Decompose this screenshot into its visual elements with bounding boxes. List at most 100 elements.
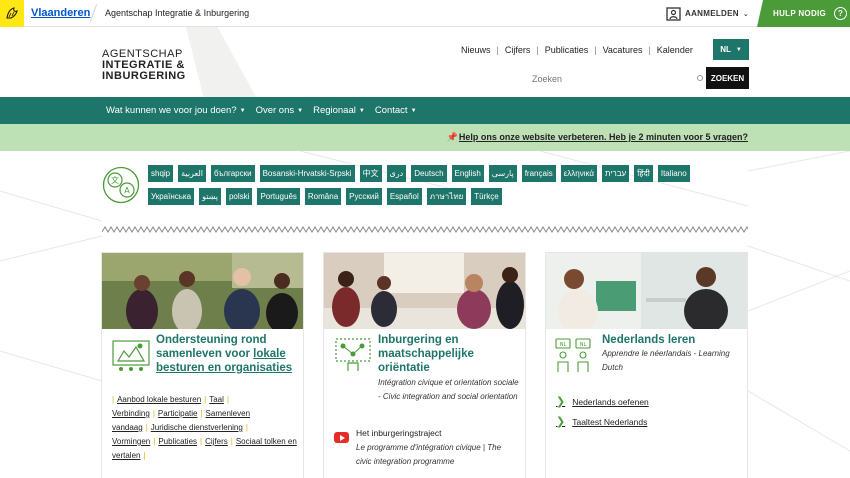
language-link[interactable]: polski: [225, 188, 253, 205]
link-vormingen[interactable]: Vormingen: [112, 437, 150, 446]
language-link[interactable]: Português: [257, 188, 300, 205]
language-link[interactable]: Italiano: [657, 165, 690, 182]
caret-down-icon: ▼: [358, 108, 365, 114]
language-link[interactable]: Deutsch: [411, 165, 447, 182]
card-link-list: | Aanbod lokale besturen | Taal | Verbinding…: [112, 393, 297, 463]
survey-text: Help ons onze website verbeteren. Heb je…: [458, 132, 748, 142]
pushpin-icon: 📌: [446, 132, 458, 142]
card-title[interactable]: Ondersteuning rond samenleven voor lokal…: [156, 333, 301, 375]
card-title-line: Inburgering en: [378, 334, 459, 346]
language-link[interactable]: ภาษาไทย: [426, 188, 467, 205]
separator: |: [200, 409, 203, 418]
help-button[interactable]: HULP NODIG ?: [757, 0, 850, 27]
language-link[interactable]: دری: [386, 165, 407, 182]
top-bar: Vlaanderen Agentschap Integratie & Inbur…: [0, 0, 850, 27]
card-title[interactable]: Inburgering en maatschappelijke oriëntat…: [378, 333, 523, 375]
link-juridisch[interactable]: Juridische dienstverlening: [151, 423, 243, 432]
card-photo: [546, 253, 747, 329]
card-title[interactable]: Nederlands leren: [602, 333, 742, 347]
survey-link[interactable]: 📌Help ons onze website verbeteren. Heb j…: [447, 132, 748, 143]
card-civic-integration: Inburgering en maatschappelijke oriëntat…: [323, 252, 526, 478]
video-title[interactable]: Het inburgeringstraject: [356, 428, 442, 438]
main-nav-label: Contact: [374, 105, 408, 116]
link-taal[interactable]: Taal: [209, 395, 224, 404]
language-label: NL: [720, 45, 731, 54]
link-participatie[interactable]: Participatie: [158, 409, 198, 418]
language-link[interactable]: ελληνικά: [560, 165, 598, 182]
language-link[interactable]: پښتو: [199, 188, 221, 205]
link-publicaties[interactable]: Publicaties: [158, 437, 197, 446]
language-link[interactable]: Українська: [148, 188, 195, 205]
language-link[interactable]: Türkçe: [471, 188, 502, 205]
language-link[interactable]: English: [451, 165, 484, 182]
language-row: Українська پښتو polski Português Româna Русск…: [148, 188, 748, 205]
link-nederlands-oefenen[interactable]: ❯ Nederlands oefenen: [556, 395, 649, 408]
caret-down-icon: ▼: [297, 108, 304, 114]
language-link[interactable]: हिंदी: [634, 165, 653, 182]
flanders-lion-logo[interactable]: [0, 0, 24, 27]
language-link[interactable]: العربية: [178, 165, 206, 182]
language-link[interactable]: Русский: [346, 188, 382, 205]
login-button[interactable]: AANMELDEN ⌄: [666, 6, 749, 21]
language-link[interactable]: Bosanski-Hrvatski-Srpski: [259, 165, 355, 182]
card-title-link[interactable]: besturen en organisaties: [156, 362, 292, 374]
link-cijfers[interactable]: Cijfers: [205, 437, 228, 446]
card-title-text: samenleven voor: [156, 348, 250, 360]
nav-link-publicaties[interactable]: Publicaties: [545, 45, 589, 55]
agency-logo[interactable]: AGENTSCHAP INTEGRATIE & INBURGERING: [102, 49, 186, 82]
language-link[interactable]: shqip: [148, 165, 174, 182]
card-subtitle: Intégration civique et orientation socia…: [378, 378, 519, 401]
search-input[interactable]: [518, 68, 707, 89]
language-link[interactable]: 中文: [359, 165, 382, 182]
link-label: Nederlands oefenen: [572, 396, 649, 407]
search-loading-icon: [697, 75, 703, 81]
language-link[interactable]: Româna: [304, 188, 342, 205]
language-link[interactable]: Español: [386, 188, 422, 205]
translate-icon: 文 A: [102, 166, 140, 204]
main-nav: Wat kunnen we voor jou doen? ▼ Over ons ▼ …: [0, 97, 850, 124]
speech-bubbles-icon: NL NL: [555, 338, 591, 372]
card-title-link[interactable]: lokale: [253, 348, 286, 360]
chevron-down-icon: ⌄: [742, 10, 749, 18]
link-verbinding[interactable]: Verbinding: [112, 409, 150, 418]
svg-text:文: 文: [111, 175, 119, 185]
nav-link-nieuws[interactable]: Nieuws: [461, 45, 491, 55]
separator: |: [648, 45, 651, 55]
card-title-line: oriëntatie: [378, 362, 430, 374]
question-icon: ?: [834, 7, 848, 20]
login-label: AANMELDEN: [685, 9, 739, 18]
nav-link-cijfers[interactable]: Cijfers: [505, 45, 531, 55]
language-link[interactable]: български: [211, 165, 255, 182]
language-link[interactable]: پارسی: [488, 165, 517, 182]
language-select[interactable]: NL ▼: [713, 39, 749, 60]
flanders-link[interactable]: Vlaanderen: [31, 7, 90, 19]
zigzag-divider: [102, 226, 748, 233]
youtube-icon: [334, 432, 349, 443]
card-subtitle: Apprendre le néerlandais - Learning Dutc…: [602, 349, 730, 372]
survey-banner: 📌Help ons onze website verbeteren. Heb j…: [0, 124, 850, 151]
community-map-icon: [112, 340, 150, 371]
link-aanbod[interactable]: Aanbod lokale besturen: [117, 395, 201, 404]
separator: |: [143, 451, 146, 460]
language-link[interactable]: עברית: [602, 165, 630, 182]
main-nav-services[interactable]: Wat kunnen we voor jou doen? ▼: [106, 105, 246, 116]
separator: |: [594, 45, 597, 55]
separator: |: [152, 409, 155, 418]
svg-text:NL: NL: [580, 342, 587, 348]
nav-link-kalender[interactable]: Kalender: [657, 45, 693, 55]
separator: |: [536, 45, 539, 55]
main-nav-about[interactable]: Over ons ▼: [256, 105, 304, 116]
search-button[interactable]: ZOEKEN: [706, 67, 749, 89]
card-learn-dutch: NL NL Nederlands leren Apprendre le néer…: [545, 252, 748, 478]
nav-link-vacatures[interactable]: Vacatures: [603, 45, 643, 55]
caret-down-icon: ▼: [410, 108, 417, 114]
main-nav-regional[interactable]: Regionaal ▼: [313, 105, 365, 116]
link-taaltest[interactable]: ❯ Taaltest Nederlands: [556, 415, 647, 428]
language-links: shqip العربية български Bosanski-Hrvatski-S…: [148, 165, 748, 211]
main-nav-contact[interactable]: Contact ▼: [375, 105, 417, 116]
card-photo: [102, 253, 303, 329]
separator: |: [145, 423, 148, 432]
card-photo: [324, 253, 525, 329]
separator: |: [200, 437, 203, 446]
language-link[interactable]: français: [521, 165, 556, 182]
